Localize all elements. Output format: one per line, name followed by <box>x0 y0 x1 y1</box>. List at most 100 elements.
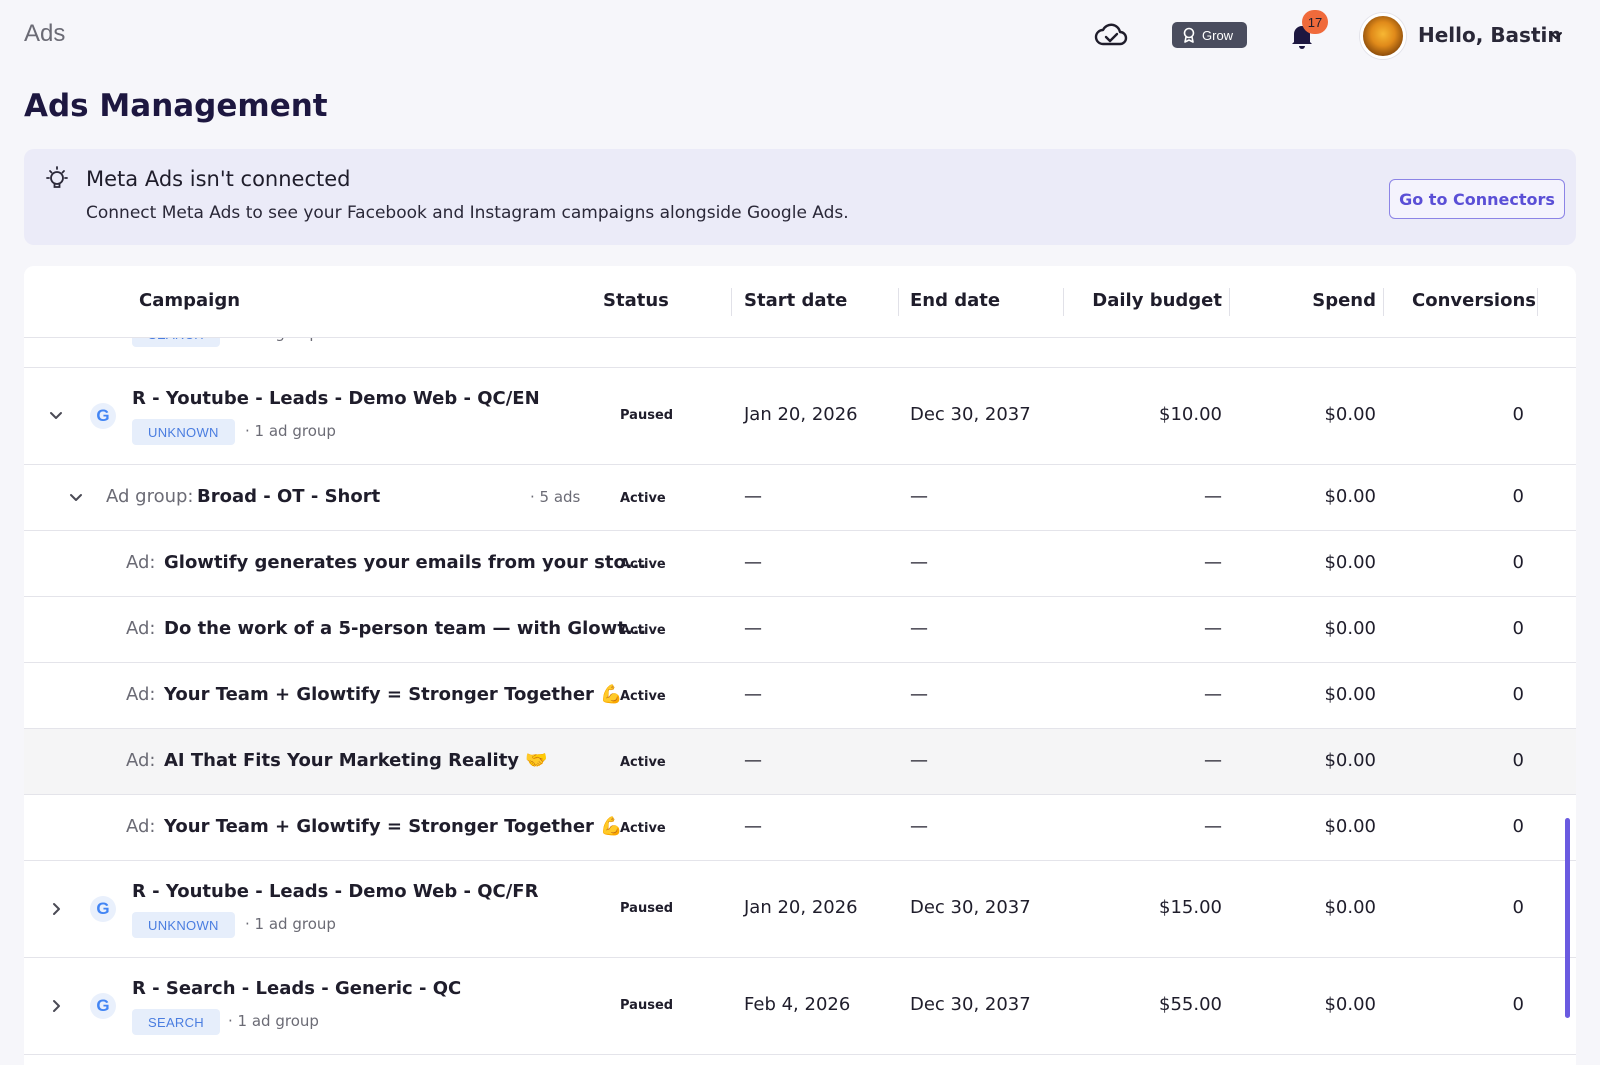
column-daily-budget[interactable]: Daily budget <box>1092 290 1222 311</box>
app-title: Ads <box>24 20 66 47</box>
status-badge: Active <box>620 821 666 836</box>
end-date: — <box>910 684 928 705</box>
start-date: Jan 20, 2026 <box>744 404 858 425</box>
ad-name[interactable]: Glowtify generates your emails from your… <box>164 552 646 573</box>
ad-row[interactable]: Ad: Do the work of a 5-person team — wit… <box>24 597 1576 663</box>
conversions: 0 <box>1512 486 1524 507</box>
end-date: — <box>910 618 928 639</box>
status-badge: Active <box>620 491 666 506</box>
award-icon <box>1183 27 1195 43</box>
chevron-down-icon[interactable] <box>48 408 64 424</box>
column-status[interactable]: Status <box>603 290 669 311</box>
campaign-type-tag: UNKNOWN <box>132 419 235 445</box>
conversions: 0 <box>1512 684 1524 705</box>
start-date: Jan 20, 2026 <box>744 897 858 918</box>
column-divider <box>1063 288 1064 316</box>
conversions: 0 <box>1512 750 1524 771</box>
ad-count: · 5 ads <box>530 488 581 506</box>
ad-name[interactable]: Your Team + Glowtify = Stronger Together… <box>164 684 623 705</box>
daily-budget: $55.00 <box>1159 994 1222 1015</box>
ad-name[interactable]: Do the work of a 5-person team — with Gl… <box>164 618 646 639</box>
conversions: 0 <box>1512 897 1524 918</box>
ad-name[interactable]: AI That Fits Your Marketing Reality 🤝 <box>164 750 548 771</box>
conversions: 0 <box>1512 994 1524 1015</box>
lightbulb-icon <box>46 166 68 188</box>
status-badge: Active <box>620 755 666 770</box>
conversions: 0 <box>1512 552 1524 573</box>
ad-group-count: · 1 ad group <box>245 422 336 440</box>
conversions: 0 <box>1512 618 1524 639</box>
ad-name[interactable]: Your Team + Glowtify = Stronger Together… <box>164 816 623 837</box>
campaign-row[interactable]: G R - Search - Leads - Generic - QC SEAR… <box>24 958 1576 1055</box>
conversions: 0 <box>1512 816 1524 837</box>
table-scrollbar[interactable] <box>1565 818 1570 1018</box>
page-title: Ads Management <box>24 88 328 124</box>
ad-prefix: Ad: <box>126 552 156 573</box>
column-divider <box>731 288 732 316</box>
grow-label: Grow <box>1202 27 1234 43</box>
spend: $0.00 <box>1324 897 1376 918</box>
start-date: — <box>744 486 762 507</box>
ad-group-row[interactable]: Ad group: Broad - OT - Short · 5 ads Act… <box>24 465 1576 531</box>
ad-group-name[interactable]: Broad - OT - Short <box>197 486 380 507</box>
campaigns-table: Campaign Status Start date End date Dail… <box>24 266 1576 1065</box>
column-spend[interactable]: Spend <box>1312 290 1376 311</box>
column-end-date[interactable]: End date <box>910 290 1000 311</box>
user-greeting[interactable]: Hello, Bastin <box>1418 23 1562 47</box>
campaign-name[interactable]: R - Youtube - Leads - Demo Web - QC/FR <box>132 881 538 902</box>
ad-group-count: · 1 ad group <box>228 1012 319 1030</box>
campaign-name[interactable]: R - Youtube - Leads - Demo Web - QC/EN <box>132 388 540 409</box>
daily-budget: $15.00 <box>1159 897 1222 918</box>
cloud-sync-icon[interactable] <box>1094 20 1128 50</box>
daily-budget: — <box>1204 618 1222 639</box>
campaign-row[interactable]: G R - Youtube - Leads - Demo Web - QC/FR… <box>24 861 1576 958</box>
column-conversions[interactable]: Conversions <box>1412 290 1536 311</box>
avatar[interactable] <box>1360 13 1406 59</box>
spend: $0.00 <box>1324 816 1376 837</box>
ad-row[interactable]: Ad: Your Team + Glowtify = Stronger Toge… <box>24 795 1576 861</box>
status-badge: Active <box>620 557 666 572</box>
daily-budget: — <box>1204 486 1222 507</box>
column-divider <box>898 288 899 316</box>
spend: $0.00 <box>1324 404 1376 425</box>
ad-group-prefix: Ad group: <box>106 486 194 507</box>
google-ads-icon: G <box>90 896 116 922</box>
chevron-down-icon[interactable] <box>1548 28 1564 44</box>
spend: $0.00 <box>1324 486 1376 507</box>
start-date: — <box>744 552 762 573</box>
daily-budget: — <box>1204 750 1222 771</box>
start-date: Feb 4, 2026 <box>744 994 851 1015</box>
banner-title: Meta Ads isn't connected <box>86 167 351 191</box>
daily-budget: — <box>1204 552 1222 573</box>
meta-ads-banner: Meta Ads isn't connected Connect Meta Ad… <box>24 149 1576 245</box>
column-start-date[interactable]: Start date <box>744 290 847 311</box>
ad-prefix: Ad: <box>126 684 156 705</box>
column-campaign[interactable]: Campaign <box>139 290 240 311</box>
ad-row[interactable]: Ad: AI That Fits Your Marketing Reality … <box>24 729 1576 795</box>
ad-row[interactable]: Ad: Glowtify generates your emails from … <box>24 531 1576 597</box>
daily-budget: — <box>1204 684 1222 705</box>
start-date: — <box>744 618 762 639</box>
chevron-down-icon[interactable] <box>68 490 84 506</box>
status-badge: Paused <box>620 901 674 916</box>
grow-badge[interactable]: Grow <box>1172 22 1248 48</box>
go-to-connectors-button[interactable]: Go to Connectors <box>1389 179 1565 219</box>
campaign-row[interactable]: G R - Youtube - Leads - Demo Web - QC/EN… <box>24 368 1576 465</box>
ad-group-count: · 1 ad group <box>245 915 336 933</box>
column-divider <box>1229 288 1230 316</box>
end-date: — <box>910 552 928 573</box>
chevron-right-icon[interactable] <box>48 901 64 917</box>
notification-count-badge: 17 <box>1302 10 1328 34</box>
ad-row[interactable]: Ad: Your Team + Glowtify = Stronger Toge… <box>24 663 1576 729</box>
start-date: — <box>744 684 762 705</box>
campaign-name[interactable]: R - Search - Leads - Generic - QC <box>132 978 461 999</box>
table-header: Campaign Status Start date End date Dail… <box>24 266 1576 338</box>
status-badge: Active <box>620 689 666 704</box>
chevron-right-icon[interactable] <box>48 998 64 1014</box>
end-date: Dec 30, 2037 <box>910 404 1031 425</box>
spend: $0.00 <box>1324 994 1376 1015</box>
spend: $0.00 <box>1324 684 1376 705</box>
top-bar: Ads Grow 17 Hello, Bastin <box>0 0 1600 72</box>
google-ads-icon: G <box>90 403 116 429</box>
start-date: — <box>744 750 762 771</box>
